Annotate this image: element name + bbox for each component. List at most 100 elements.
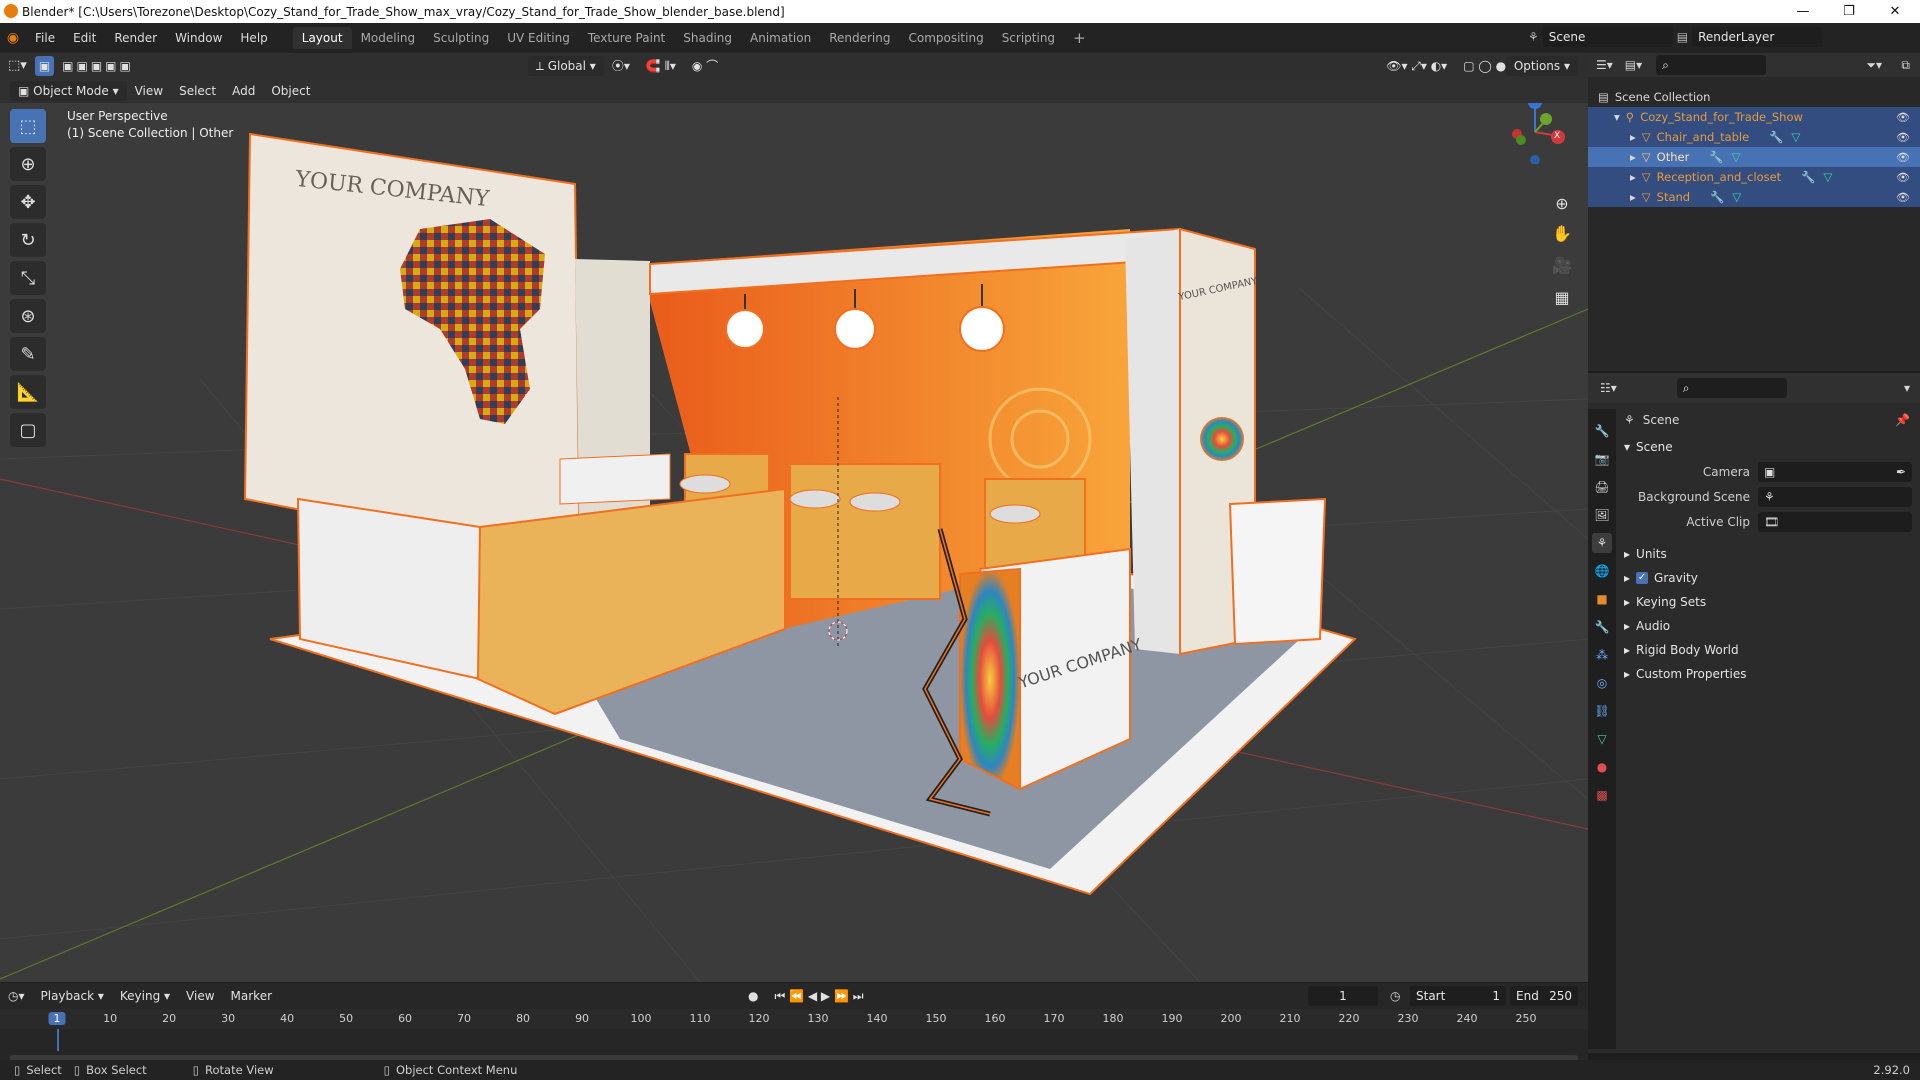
- eye-icon[interactable]: 👁: [1896, 111, 1910, 124]
- pan-hand-icon[interactable]: ✋: [1548, 219, 1576, 247]
- active-clip-field[interactable]: 🎞: [1758, 512, 1912, 532]
- end-frame-field[interactable]: End 250: [1510, 986, 1578, 1006]
- renderlayer-selector[interactable]: RenderLayer: [1692, 27, 1823, 47]
- scene-panel-header[interactable]: ▾ Scene: [1624, 436, 1673, 458]
- physics-tab-icon[interactable]: ◎: [1592, 673, 1612, 693]
- outliner-search-input[interactable]: ⌕: [1656, 55, 1767, 75]
- timeline-menu-view[interactable]: View: [178, 986, 222, 1006]
- gravity-panel[interactable]: ▸ ✓ Gravity: [1624, 567, 1698, 589]
- menu-help[interactable]: Help: [231, 27, 276, 49]
- timeline-ruler[interactable]: 1 10 20 30 40 50 60 70 80 90 100 110 120 130 140 150 160…: [0, 1009, 1588, 1029]
- 3d-viewport[interactable]: YOUR COMPANY YOUR COMPANY YOUR COMPANY U…: [0, 79, 1588, 982]
- render-tab-icon[interactable]: 📷: [1592, 449, 1612, 469]
- keying-sets-panel[interactable]: ▸ Keying Sets: [1624, 591, 1706, 613]
- menu-window[interactable]: Window: [166, 27, 231, 49]
- new-collection-icon[interactable]: ⧉: [1901, 58, 1910, 73]
- collection-row[interactable]: ▾ ⚲ Cozy_Stand_for_Trade_Show 👁: [1588, 107, 1920, 127]
- eyedropper-icon[interactable]: ✒: [1896, 465, 1906, 479]
- close-button[interactable]: ✕: [1872, 0, 1918, 23]
- ortho-grid-icon[interactable]: ▦: [1548, 283, 1576, 311]
- gravity-checkbox[interactable]: ✓: [1636, 572, 1649, 584]
- snap-icon[interactable]: 🧲 ⦀▾: [638, 56, 684, 76]
- record-icon[interactable]: ●: [740, 986, 766, 1006]
- scene-tab-icon[interactable]: ⚘: [1592, 533, 1612, 553]
- rotate-tool-icon[interactable]: ↻: [10, 223, 46, 257]
- tab-sculpting[interactable]: Sculpting: [424, 27, 498, 49]
- outliner-editor-icon[interactable]: ☰▾: [1596, 58, 1613, 72]
- viewport-menu-view[interactable]: View: [127, 81, 171, 101]
- expand-icon[interactable]: ▸: [1630, 170, 1636, 184]
- timeline-menu-marker[interactable]: Marker: [223, 986, 280, 1006]
- scene-collection-row[interactable]: ▤ Scene Collection: [1588, 87, 1920, 107]
- add-cube-tool-icon[interactable]: ▢: [10, 413, 46, 447]
- scene-selector[interactable]: Scene: [1542, 27, 1673, 47]
- options-dropdown[interactable]: Options ▾: [1505, 56, 1578, 76]
- tab-compositing[interactable]: Compositing: [899, 27, 992, 49]
- tab-modeling[interactable]: Modeling: [352, 27, 425, 49]
- background-scene-field[interactable]: ⚘: [1758, 487, 1912, 507]
- tab-layout[interactable]: Layout: [292, 27, 352, 49]
- outliner-item[interactable]: ▸ ▽ Reception_and_closet 🔧 ▽ 👁: [1588, 167, 1920, 187]
- properties-search-input[interactable]: ⌕: [1676, 378, 1787, 398]
- expand-icon[interactable]: ▸: [1630, 190, 1636, 204]
- select-tool-icon[interactable]: ⬚: [10, 109, 46, 143]
- outliner-item[interactable]: ▸ ▽ Stand 🔧 ▽ 👁: [1588, 187, 1920, 207]
- transform-tool-icon[interactable]: ⊛: [10, 299, 46, 333]
- zoom-icon[interactable]: ⊕: [1548, 189, 1576, 217]
- world-tab-icon[interactable]: 🌐: [1592, 561, 1612, 581]
- proportional-edit-icon[interactable]: ◉ ⌒: [684, 56, 726, 76]
- visibility-icons[interactable]: 👁▾ ⤢▾ ◐▾: [1378, 56, 1455, 76]
- pin-icon[interactable]: 📌: [1895, 413, 1910, 427]
- selection-mode-icons[interactable]: ▣▣▣▣▣: [54, 56, 142, 76]
- constraints-tab-icon[interactable]: ⛓: [1592, 701, 1612, 721]
- eye-icon[interactable]: 👁: [1896, 171, 1910, 184]
- expand-icon[interactable]: ▸: [1630, 150, 1636, 164]
- transform-orientation[interactable]: ⟂ Global ▾: [527, 56, 604, 76]
- tool-tab-icon[interactable]: 🔧: [1592, 421, 1612, 441]
- menu-edit[interactable]: Edit: [64, 27, 105, 49]
- tab-scripting[interactable]: Scripting: [993, 27, 1064, 49]
- pivot-icon[interactable]: ⦿▾: [604, 56, 638, 76]
- timeline-menu-keying[interactable]: Keying ▾: [112, 986, 178, 1006]
- viewport-menu-select[interactable]: Select: [171, 81, 224, 101]
- annotate-tool-icon[interactable]: ✎: [10, 337, 46, 371]
- menu-file[interactable]: File: [26, 27, 64, 49]
- custom-properties-panel[interactable]: ▸ Custom Properties: [1624, 663, 1746, 685]
- tab-texture-paint[interactable]: Texture Paint: [579, 27, 674, 49]
- data-tab-icon[interactable]: ▽: [1592, 729, 1612, 749]
- eye-icon[interactable]: 👁: [1896, 131, 1910, 144]
- object-mode-dropdown[interactable]: ▣ Object Mode ▾: [10, 81, 127, 101]
- eye-icon[interactable]: 👁: [1896, 191, 1910, 204]
- outliner-display-mode-icon[interactable]: ▤▾: [1625, 58, 1642, 72]
- tab-animation[interactable]: Animation: [741, 27, 820, 49]
- units-panel[interactable]: ▸ Units: [1624, 543, 1667, 565]
- particles-tab-icon[interactable]: ⁂: [1592, 645, 1612, 665]
- measure-tool-icon[interactable]: 📐: [10, 375, 46, 409]
- output-tab-icon[interactable]: 🖨: [1592, 477, 1612, 497]
- outliner-item-active[interactable]: ▸ ▽ Other 🔧 ▽ 👁: [1588, 147, 1920, 167]
- move-tool-icon[interactable]: ✥: [10, 185, 46, 219]
- playback-controls[interactable]: ⏮ ⏪ ◀ ▶ ⏩ ⏭: [767, 986, 872, 1006]
- minimize-button[interactable]: —: [1780, 0, 1826, 23]
- object-tab-icon[interactable]: ■: [1592, 589, 1612, 609]
- timeline-menu-playback[interactable]: Playback ▾: [33, 986, 112, 1006]
- start-frame-field[interactable]: Start 1: [1410, 986, 1506, 1006]
- cursor-tool-icon[interactable]: ⊕: [10, 147, 46, 181]
- select-box-icon[interactable]: ▣: [34, 56, 55, 76]
- camera-field[interactable]: ▣ ✒: [1758, 462, 1912, 482]
- viewport-menu-object[interactable]: Object: [263, 81, 318, 101]
- scale-tool-icon[interactable]: ⤡: [10, 261, 46, 295]
- view-layer-tab-icon[interactable]: 🖼: [1592, 505, 1612, 525]
- playhead[interactable]: [57, 1029, 59, 1051]
- menu-render[interactable]: Render: [105, 27, 166, 49]
- properties-editor-icon[interactable]: ☷▾: [1600, 381, 1617, 395]
- expand-icon[interactable]: ▸: [1630, 130, 1636, 144]
- viewport-menu-add[interactable]: Add: [224, 81, 263, 101]
- maximize-button[interactable]: ❐: [1826, 0, 1872, 23]
- rigid-body-world-panel[interactable]: ▸ Rigid Body World: [1624, 639, 1739, 661]
- modifier-tab-icon[interactable]: 🔧: [1592, 617, 1612, 637]
- filter-icon[interactable]: ⏷▾: [1866, 58, 1882, 73]
- outliner-item[interactable]: ▸ ▽ Chair_and_table 🔧 ▽ 👁: [1588, 127, 1920, 147]
- navigation-gizmo[interactable]: Z X: [1500, 94, 1570, 165]
- expand-icon[interactable]: ▾: [1614, 110, 1620, 124]
